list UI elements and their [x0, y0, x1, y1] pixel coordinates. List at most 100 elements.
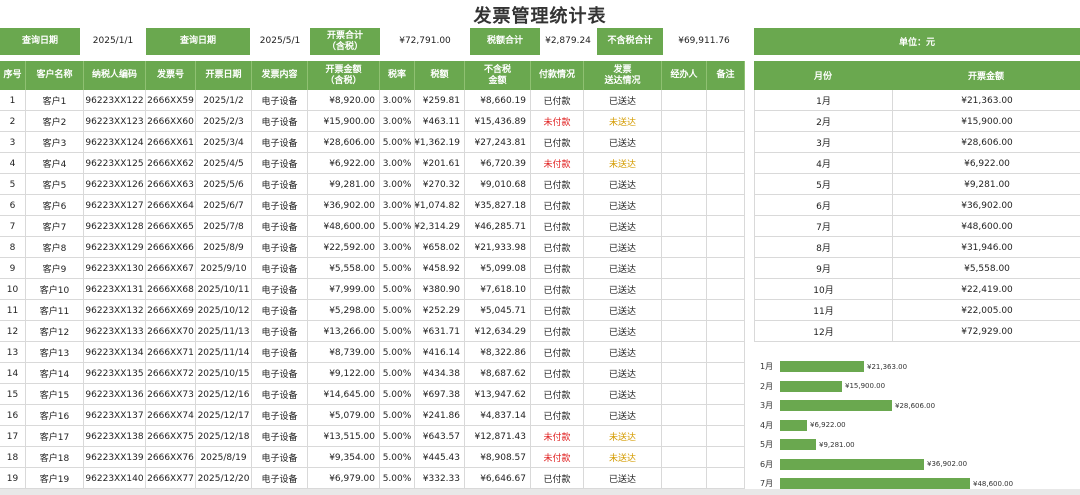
- month-cell[interactable]: 2月: [755, 111, 893, 132]
- cell-invoice-no[interactable]: 2666XX70: [146, 321, 196, 342]
- cell-payment[interactable]: 已付款: [531, 468, 584, 489]
- cell-tax-rate[interactable]: 5.00%: [380, 300, 415, 321]
- cell-customer[interactable]: 客户10: [26, 279, 84, 300]
- cell-seq[interactable]: 3: [0, 132, 26, 153]
- cell-invoice-no[interactable]: 2666XX69: [146, 300, 196, 321]
- cell-handler[interactable]: [662, 405, 707, 426]
- cell-payment[interactable]: 已付款: [531, 174, 584, 195]
- cell-amount[interactable]: ¥8,739.00: [308, 342, 380, 363]
- cell-remark[interactable]: [707, 447, 745, 468]
- cell-handler[interactable]: [662, 132, 707, 153]
- month-cell[interactable]: 1月: [755, 90, 893, 111]
- cell-delivery[interactable]: 已送达: [584, 132, 662, 153]
- cell-handler[interactable]: [662, 111, 707, 132]
- cell-tax-id[interactable]: 96223XX133: [84, 321, 146, 342]
- cell-invoice-date[interactable]: 2025/12/20: [196, 468, 252, 489]
- cell-amount[interactable]: ¥28,606.00: [308, 132, 380, 153]
- cell-remark[interactable]: [707, 405, 745, 426]
- cell-payment[interactable]: 未付款: [531, 426, 584, 447]
- cell-tax[interactable]: ¥201.61: [415, 153, 465, 174]
- cell-tax[interactable]: ¥463.11: [415, 111, 465, 132]
- month-cell[interactable]: 3月: [755, 132, 893, 153]
- cell-content[interactable]: 电子设备: [252, 342, 308, 363]
- cell-untaxed[interactable]: ¥35,827.18: [465, 195, 531, 216]
- cell-amount[interactable]: ¥9,354.00: [308, 447, 380, 468]
- monthly-amount-cell[interactable]: ¥15,900.00: [893, 111, 1080, 132]
- cell-customer[interactable]: 客户2: [26, 111, 84, 132]
- cell-payment[interactable]: 已付款: [531, 384, 584, 405]
- cell-seq[interactable]: 17: [0, 426, 26, 447]
- cell-amount[interactable]: ¥9,281.00: [308, 174, 380, 195]
- cell-tax-id[interactable]: 96223XX140: [84, 468, 146, 489]
- monthly-amount-cell[interactable]: ¥72,929.00: [893, 321, 1080, 342]
- cell-remark[interactable]: [707, 90, 745, 111]
- cell-tax-rate[interactable]: 3.00%: [380, 90, 415, 111]
- cell-customer[interactable]: 客户14: [26, 363, 84, 384]
- cell-amount[interactable]: ¥5,079.00: [308, 405, 380, 426]
- cell-tax[interactable]: ¥252.29: [415, 300, 465, 321]
- cell-tax-id[interactable]: 96223XX122: [84, 90, 146, 111]
- cell-handler[interactable]: [662, 174, 707, 195]
- cell-tax-rate[interactable]: 5.00%: [380, 132, 415, 153]
- cell-handler[interactable]: [662, 447, 707, 468]
- cell-untaxed[interactable]: ¥27,243.81: [465, 132, 531, 153]
- cell-untaxed[interactable]: ¥12,634.29: [465, 321, 531, 342]
- cell-handler[interactable]: [662, 321, 707, 342]
- cell-tax-id[interactable]: 96223XX138: [84, 426, 146, 447]
- cell-amount[interactable]: ¥9,122.00: [308, 363, 380, 384]
- cell-payment[interactable]: 未付款: [531, 153, 584, 174]
- cell-handler[interactable]: [662, 363, 707, 384]
- cell-delivery[interactable]: 未送达: [584, 426, 662, 447]
- cell-tax[interactable]: ¥445.43: [415, 447, 465, 468]
- cell-content[interactable]: 电子设备: [252, 363, 308, 384]
- cell-tax-rate[interactable]: 5.00%: [380, 405, 415, 426]
- monthly-amount-cell[interactable]: ¥31,946.00: [893, 237, 1080, 258]
- cell-payment[interactable]: 已付款: [531, 279, 584, 300]
- cell-remark[interactable]: [707, 363, 745, 384]
- cell-remark[interactable]: [707, 321, 745, 342]
- cell-tax[interactable]: ¥434.38: [415, 363, 465, 384]
- cell-customer[interactable]: 客户16: [26, 405, 84, 426]
- cell-tax[interactable]: ¥416.14: [415, 342, 465, 363]
- monthly-amount-cell[interactable]: ¥21,363.00: [893, 90, 1080, 111]
- cell-tax-id[interactable]: 96223XX136: [84, 384, 146, 405]
- query-date-start[interactable]: 2025/1/1: [80, 28, 146, 55]
- cell-untaxed[interactable]: ¥6,720.39: [465, 153, 531, 174]
- cell-amount[interactable]: ¥48,600.00: [308, 216, 380, 237]
- cell-invoice-date[interactable]: 2025/10/11: [196, 279, 252, 300]
- cell-payment[interactable]: 已付款: [531, 363, 584, 384]
- cell-delivery[interactable]: 已送达: [584, 405, 662, 426]
- cell-delivery[interactable]: 未送达: [584, 153, 662, 174]
- cell-customer[interactable]: 客户5: [26, 174, 84, 195]
- cell-customer[interactable]: 客户13: [26, 342, 84, 363]
- cell-content[interactable]: 电子设备: [252, 132, 308, 153]
- cell-invoice-date[interactable]: 2025/11/14: [196, 342, 252, 363]
- cell-content[interactable]: 电子设备: [252, 237, 308, 258]
- month-cell[interactable]: 4月: [755, 153, 893, 174]
- cell-handler[interactable]: [662, 195, 707, 216]
- cell-tax-rate[interactable]: 5.00%: [380, 279, 415, 300]
- cell-delivery[interactable]: 已送达: [584, 300, 662, 321]
- cell-tax[interactable]: ¥241.86: [415, 405, 465, 426]
- cell-seq[interactable]: 8: [0, 237, 26, 258]
- cell-amount[interactable]: ¥22,592.00: [308, 237, 380, 258]
- cell-handler[interactable]: [662, 153, 707, 174]
- month-cell[interactable]: 9月: [755, 258, 893, 279]
- cell-payment[interactable]: 已付款: [531, 342, 584, 363]
- cell-tax[interactable]: ¥643.57: [415, 426, 465, 447]
- cell-payment[interactable]: 未付款: [531, 447, 584, 468]
- cell-payment[interactable]: 已付款: [531, 300, 584, 321]
- cell-seq[interactable]: 6: [0, 195, 26, 216]
- cell-seq[interactable]: 7: [0, 216, 26, 237]
- cell-tax-rate[interactable]: 5.00%: [380, 216, 415, 237]
- cell-tax[interactable]: ¥380.90: [415, 279, 465, 300]
- cell-seq[interactable]: 2: [0, 111, 26, 132]
- cell-delivery[interactable]: 已送达: [584, 258, 662, 279]
- cell-handler[interactable]: [662, 237, 707, 258]
- cell-seq[interactable]: 1: [0, 90, 26, 111]
- cell-tax-id[interactable]: 96223XX139: [84, 447, 146, 468]
- cell-tax-id[interactable]: 96223XX134: [84, 342, 146, 363]
- cell-seq[interactable]: 9: [0, 258, 26, 279]
- cell-tax-id[interactable]: 96223XX125: [84, 153, 146, 174]
- cell-invoice-date[interactable]: 2025/12/16: [196, 384, 252, 405]
